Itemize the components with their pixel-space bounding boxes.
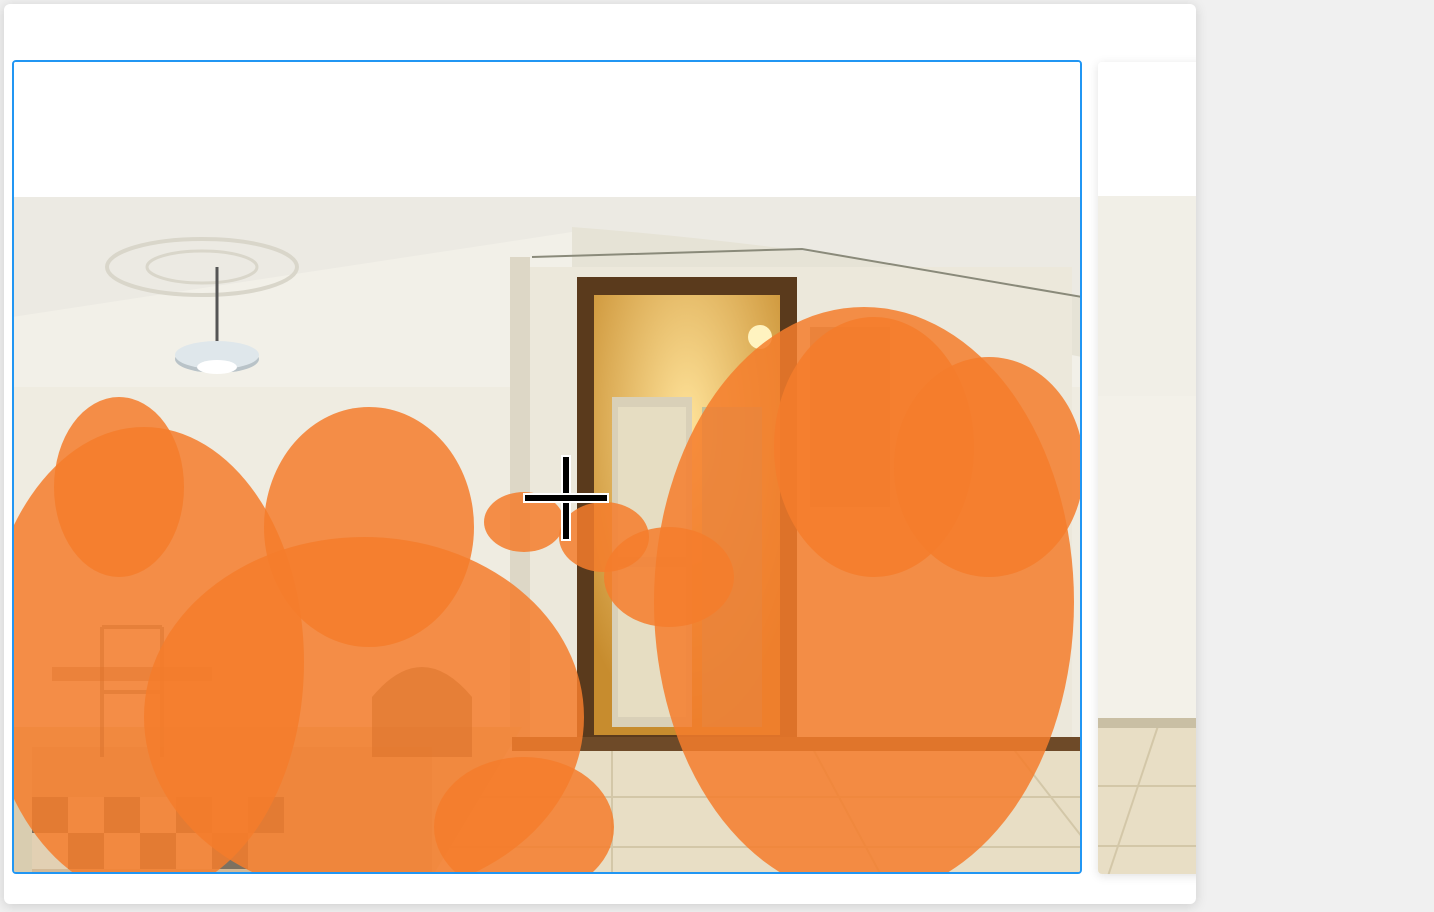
card-header [1098,62,1196,196]
image-card-next[interactable] [1098,62,1196,874]
image-canvas[interactable] [14,197,1080,874]
room-photo-empty [1098,196,1196,874]
room-photo [14,197,1080,874]
card-header [14,62,1080,197]
image-card-selected[interactable] [12,60,1082,874]
workspace [4,4,1196,904]
